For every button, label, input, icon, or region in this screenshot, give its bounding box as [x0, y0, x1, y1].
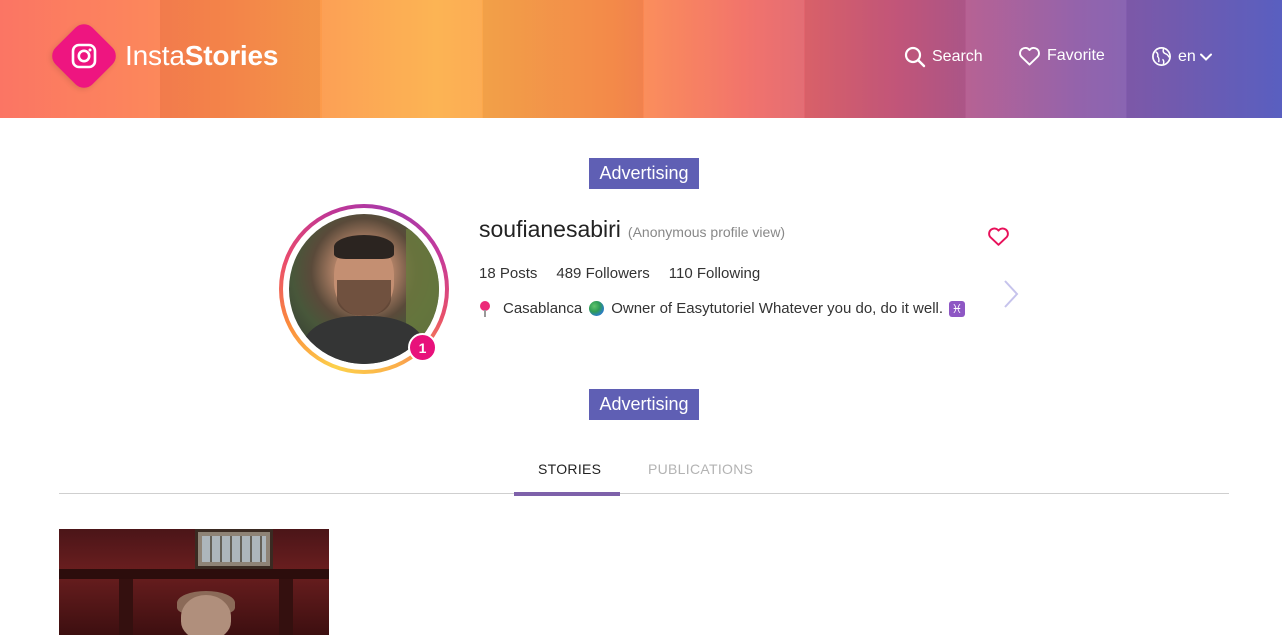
profile-bio: Casablanca Owner of Easytutoriel Whateve… — [479, 300, 966, 317]
site-header: InstaStories Search Favorite en — [0, 0, 1282, 118]
add-favorite-button[interactable] — [987, 226, 1010, 252]
profile-header: soufianesabiri (Anonymous profile view) — [479, 216, 785, 243]
thumbnail-column — [119, 579, 133, 635]
profile-tabs: STORIES PUBLICATIONS — [59, 453, 1229, 496]
avatar-photo-beard — [337, 280, 391, 316]
round-pushpin-icon — [479, 300, 491, 317]
bio-text: Owner of Easytutoriel Whatever you do, d… — [611, 300, 944, 317]
instagram-logo-icon — [47, 19, 121, 93]
profile-stats: 18 Posts 489 Followers 110 Following — [479, 265, 779, 282]
header-bg-tile — [644, 0, 804, 118]
advertising-banner-top[interactable]: Advertising — [589, 158, 699, 189]
avatar-photo-background — [406, 229, 439, 334]
story-count-badge: 1 — [408, 333, 437, 362]
bio-location: Casablanca — [503, 300, 583, 317]
globe-icon — [1152, 47, 1171, 66]
globe-emoji-icon — [589, 301, 605, 316]
avatar-photo-shirt — [304, 316, 424, 364]
search-icon — [904, 46, 926, 68]
search-nav-label: Search — [932, 48, 983, 65]
site-logo[interactable]: InstaStories — [47, 19, 278, 93]
chevron-right-icon — [1004, 280, 1019, 308]
profile-username: soufianesabiri — [479, 216, 621, 242]
favorite-nav-link[interactable]: Favorite — [1018, 46, 1105, 66]
followers-count: 489 Followers — [556, 265, 650, 282]
story-thumbnail[interactable] — [59, 529, 329, 635]
thumbnail-person-head — [181, 595, 231, 635]
favorite-nav-label: Favorite — [1047, 47, 1105, 64]
site-logo-text: InstaStories — [125, 40, 278, 72]
search-nav-link[interactable]: Search — [904, 46, 983, 68]
anonymous-view-note: (Anonymous profile view) — [627, 224, 786, 240]
avatar-photo-hair — [334, 235, 394, 259]
tab-publications[interactable]: PUBLICATIONS — [648, 461, 753, 477]
active-tab-indicator — [514, 492, 620, 496]
thumbnail-column — [279, 579, 293, 635]
following-count: 110 Following — [668, 265, 761, 282]
chevron-down-icon — [1199, 53, 1212, 61]
pisces-emoji-icon: ♓ — [949, 300, 966, 317]
heart-outline-icon — [988, 227, 1009, 246]
heart-outline-icon — [1019, 47, 1040, 66]
header-bg-tile — [322, 0, 482, 118]
tab-stories[interactable]: STORIES — [538, 461, 601, 477]
thumbnail-stained-glass — [195, 529, 273, 569]
language-selector[interactable]: en — [1151, 46, 1212, 67]
logo-text-light: Insta — [125, 40, 185, 71]
next-profile-button[interactable] — [1002, 279, 1020, 314]
language-label: en — [1178, 47, 1196, 65]
thumbnail-wood-panel — [59, 569, 329, 579]
header-bg-tile — [483, 0, 643, 118]
advertising-banner-bottom[interactable]: Advertising — [589, 389, 699, 420]
posts-count: 18 Posts — [479, 265, 538, 282]
logo-text-bold: Stories — [184, 40, 279, 71]
